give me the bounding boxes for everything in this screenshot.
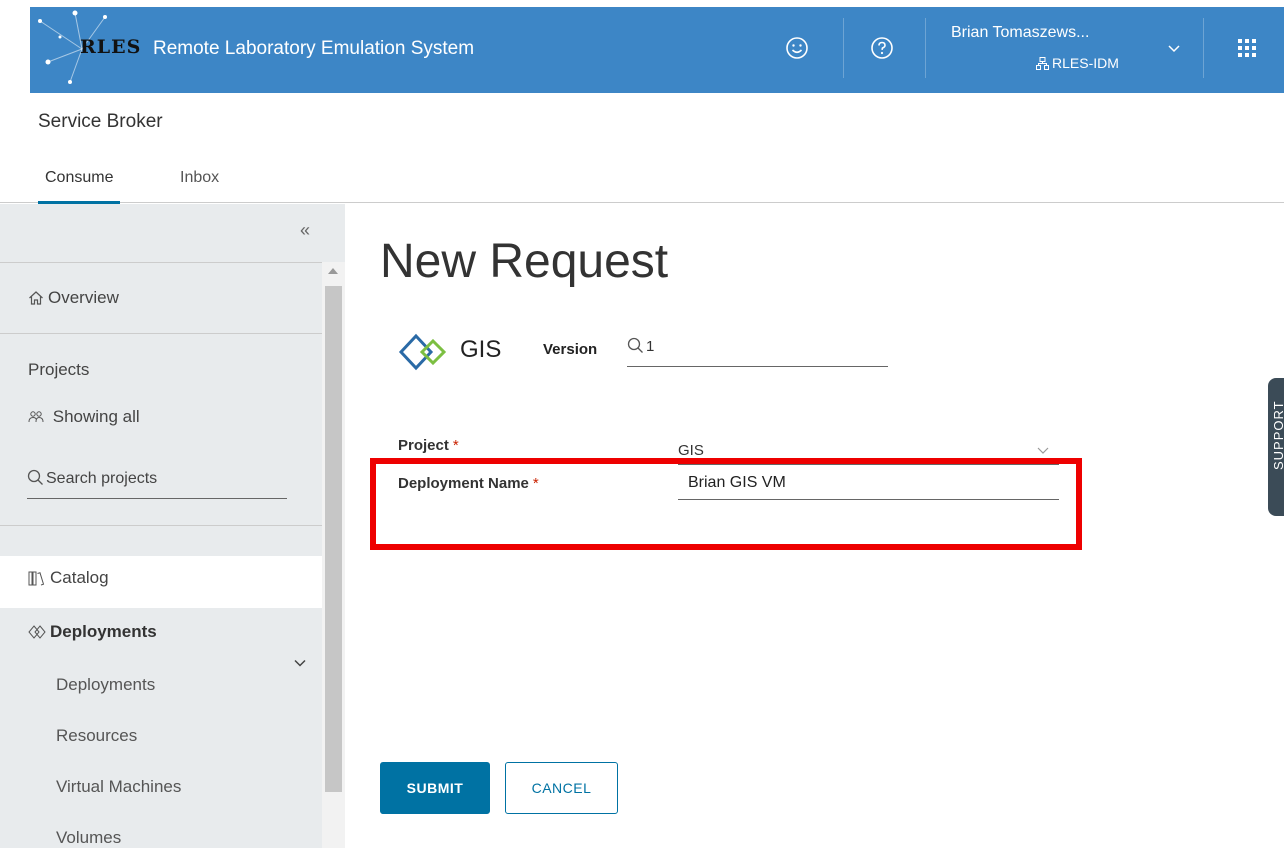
app-logo[interactable]: RLES <box>80 36 141 58</box>
page-title: New Request <box>380 235 669 288</box>
projects-filter-label: Showing all <box>52 407 140 426</box>
version-input[interactable]: 1 <box>627 337 888 367</box>
highlight-box <box>370 458 1082 550</box>
sidebar-item-deployments[interactable]: Deployments <box>56 675 155 695</box>
gis-catalog-icon <box>398 333 447 371</box>
project-label-text: Project <box>398 437 449 454</box>
chevron-down-icon[interactable] <box>293 656 307 670</box>
library-icon <box>28 571 45 586</box>
app-title[interactable]: Remote Laboratory Emulation System <box>153 38 474 60</box>
user-org-label: RLES-IDM <box>1052 55 1119 71</box>
sidebar-item-label: Overview <box>48 288 119 307</box>
project-label: Project * <box>398 437 459 454</box>
service-title: Service Broker <box>38 111 163 132</box>
catalog-item-name: GIS <box>460 336 502 363</box>
sidebar-divider <box>0 262 322 263</box>
app-grid-icon[interactable] <box>1237 38 1257 58</box>
sidebar-item-volumes[interactable]: Volumes <box>56 828 121 848</box>
sidebar-divider <box>0 525 322 526</box>
scroll-up-arrow[interactable] <box>328 268 338 274</box>
support-tab-label[interactable]: SUPPORT <box>1271 400 1284 470</box>
project-select-value: GIS <box>678 442 704 459</box>
header-separator <box>925 18 926 78</box>
smiley-icon[interactable] <box>785 36 809 60</box>
sidebar: « Overview Projects Showing all Search p… <box>0 204 345 848</box>
submit-button[interactable]: SUBMIT <box>380 762 490 814</box>
home-icon <box>29 291 43 305</box>
required-marker: * <box>452 437 459 454</box>
projects-heading: Projects <box>28 360 90 379</box>
search-icon <box>27 469 43 485</box>
user-org[interactable]: RLES-IDM <box>1036 55 1119 71</box>
sidebar-group-label: Deployments <box>50 622 157 641</box>
cancel-button[interactable]: CANCEL <box>505 762 618 814</box>
version-label: Version <box>543 341 598 358</box>
users-icon <box>28 411 44 423</box>
search-placeholder: Search projects <box>46 470 158 487</box>
chevron-down-icon[interactable] <box>1166 40 1182 56</box>
header-separator <box>843 18 844 78</box>
deployments-icon <box>28 625 46 639</box>
tab-inbox[interactable]: Inbox <box>180 169 219 201</box>
scroll-thumb[interactable] <box>325 286 342 792</box>
sidebar-group-deployments[interactable]: Deployments <box>28 622 157 642</box>
search-icon <box>627 337 643 353</box>
sidebar-scrollbar[interactable] <box>322 262 345 848</box>
catalog-link[interactable]: Catalog <box>28 568 109 588</box>
header-separator <box>1203 18 1204 78</box>
tab-consume[interactable]: Consume <box>38 169 121 204</box>
help-icon[interactable] <box>870 36 894 60</box>
sidebar-item-resources[interactable]: Resources <box>56 726 137 746</box>
sidebar-item-overview[interactable]: Overview <box>28 288 119 308</box>
top-header: RLES Remote Laboratory Emulation System … <box>0 0 1284 93</box>
collapse-sidebar-icon[interactable]: « <box>300 220 310 241</box>
tab-bar: Consume Inbox <box>0 155 1284 204</box>
version-value: 1 <box>646 338 655 355</box>
sidebar-item-virtual-machines[interactable]: Virtual Machines <box>56 777 181 797</box>
user-name[interactable]: Brian Tomaszews... <box>951 24 1089 42</box>
sidebar-item-label: Catalog <box>50 568 109 587</box>
sidebar-divider <box>0 333 322 334</box>
chevron-down-icon <box>1037 447 1049 454</box>
org-icon <box>1036 57 1049 70</box>
projects-filter[interactable]: Showing all <box>28 407 140 427</box>
search-projects-input[interactable]: Search projects <box>27 469 287 499</box>
